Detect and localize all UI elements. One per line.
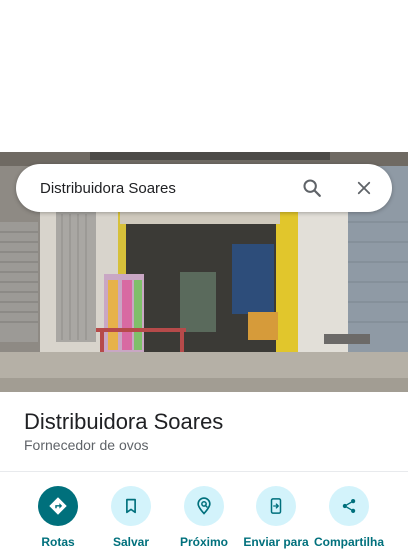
place-category: Fornecedor de ovos xyxy=(24,437,149,453)
send-to-phone-label: Enviar para xyxy=(243,535,309,549)
nearby-button[interactable]: Próximo xyxy=(167,486,241,549)
share-icon xyxy=(329,486,369,526)
nearby-icon xyxy=(184,486,224,526)
send-to-phone-icon xyxy=(256,486,296,526)
place-title: Distribuidora Soares xyxy=(24,409,224,434)
bookmark-icon xyxy=(111,486,151,526)
directions-button[interactable]: Rotas xyxy=(21,486,95,549)
save-button[interactable]: Salvar xyxy=(94,486,168,549)
search-bar[interactable]: Distribuidora Soares xyxy=(16,164,392,212)
action-bar: Rotas Salvar Próximo Enviar para Compart… xyxy=(0,486,408,549)
search-icon[interactable] xyxy=(292,168,332,208)
send-to-phone-button[interactable]: Enviar para xyxy=(239,486,313,549)
save-label: Salvar xyxy=(112,535,150,549)
directions-label: Rotas xyxy=(41,535,75,549)
divider xyxy=(0,471,408,472)
close-icon[interactable] xyxy=(344,168,384,208)
search-input[interactable]: Distribuidora Soares xyxy=(40,180,292,197)
nearby-label: Próximo xyxy=(179,535,228,549)
share-label: Compartilha xyxy=(313,535,384,549)
share-button[interactable]: Compartilha xyxy=(312,486,386,549)
directions-icon xyxy=(38,486,78,526)
